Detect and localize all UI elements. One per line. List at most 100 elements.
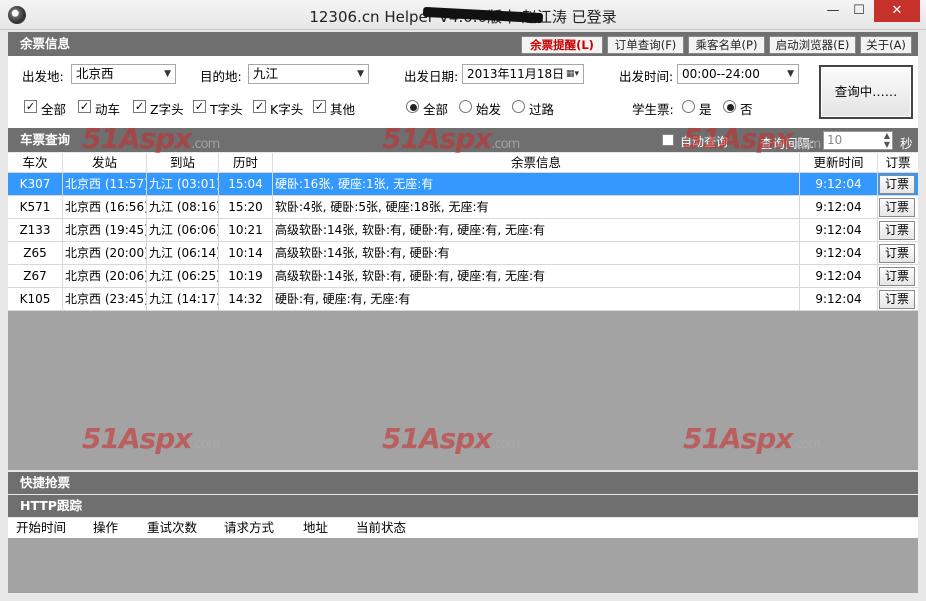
ticket-alert-button[interactable]: 余票提醒(L) <box>521 36 603 54</box>
calendar-icon[interactable]: ▦▾ <box>566 65 579 83</box>
table-row[interactable]: Z65 北京西 (20:00) 九江 (06:14) 10:14 高级软卧:14… <box>8 242 918 265</box>
table-row[interactable]: K307 北京西 (11:57) 九江 (03:01) 15:04 硬卧:16张… <box>8 173 918 196</box>
http-grid-header: 开始时间 操作 重试次数 请求方式 地址 当前状态 <box>8 518 918 538</box>
cell-duration: 14:32 <box>219 288 273 311</box>
watermark: 51Aspx.com <box>683 422 821 455</box>
table-row[interactable]: K105 北京西 (23:45) 九江 (14:17) 14:32 硬卧:有, … <box>8 288 918 311</box>
watermark: 51Aspx.com <box>82 122 220 155</box>
student-yes-radio[interactable] <box>682 100 695 113</box>
from-select[interactable]: 北京西 ▼ <box>71 64 176 84</box>
cell-train: Z133 <box>8 219 63 242</box>
cell-train: K307 <box>8 173 63 196</box>
http-trace-header[interactable]: HTTP跟踪 <box>8 495 918 517</box>
http-grid-empty-area <box>8 538 918 593</box>
cell-train: K571 <box>8 196 63 219</box>
cell-updated: 9:12:04 <box>800 288 878 311</box>
type-all-checkbox[interactable]: ✓ <box>24 100 37 113</box>
book-button[interactable]: 订票 <box>879 244 915 263</box>
minimize-button[interactable]: — <box>820 0 846 22</box>
to-select[interactable]: 九江 ▼ <box>248 64 369 84</box>
to-value: 九江 <box>253 66 279 81</box>
http-col-retries[interactable]: 重试次数 <box>147 518 197 538</box>
station-all-radio[interactable] <box>406 100 419 113</box>
cell-to: 九江 (08:16) <box>147 196 219 219</box>
col-seats[interactable]: 余票信息 <box>273 153 800 173</box>
passenger-list-button[interactable]: 乘客名单(P) <box>688 36 765 54</box>
student-yes-label: 是 <box>699 102 712 117</box>
quick-booking-header[interactable]: 快捷抢票 <box>8 472 918 494</box>
station-all-label: 全部 <box>423 102 449 117</box>
cell-seats: 软卧:4张, 硬卧:5张, 硬座:18张, 无座:有 <box>273 196 800 219</box>
http-col-start[interactable]: 开始时间 <box>16 518 66 538</box>
type-t-checkbox[interactable]: ✓ <box>193 100 206 113</box>
student-no-radio[interactable] <box>723 100 736 113</box>
cell-from: 北京西 (20:06) <box>63 265 147 288</box>
watermark: 51Aspx.com <box>382 422 520 455</box>
cell-updated: 9:12:04 <box>800 265 878 288</box>
type-k-label: K字头 <box>270 102 304 117</box>
interval-spinner[interactable]: 10 ▲ ▼ <box>823 131 893 150</box>
query-button[interactable]: 查询中…… <box>819 65 913 119</box>
cell-train: K105 <box>8 288 63 311</box>
col-from[interactable]: 发站 <box>63 153 147 173</box>
cell-seats: 高级软卧:14张, 软卧:有, 硬卧:有, 硬座:有, 无座:有 <box>273 219 800 242</box>
cell-seats: 硬卧:16张, 硬座:1张, 无座:有 <box>273 173 800 196</box>
book-button[interactable]: 订票 <box>879 290 915 309</box>
http-col-method[interactable]: 请求方式 <box>224 518 274 538</box>
book-button[interactable]: 订票 <box>879 198 915 217</box>
type-z-checkbox[interactable]: ✓ <box>133 100 146 113</box>
book-button[interactable]: 订票 <box>879 267 915 286</box>
type-k-checkbox[interactable]: ✓ <box>253 100 266 113</box>
remaining-title: 余票信息 <box>20 36 71 51</box>
order-query-button[interactable]: 订单查询(F) <box>607 36 684 54</box>
type-z-label: Z字头 <box>150 102 184 117</box>
cell-duration: 10:14 <box>219 242 273 265</box>
interval-unit: 秒 <box>900 136 913 151</box>
book-button[interactable]: 订票 <box>879 175 915 194</box>
station-origin-label: 始发 <box>476 102 502 117</box>
type-t-label: T字头 <box>210 102 243 117</box>
date-picker[interactable]: 2013年11月18日 ▦▾ <box>462 64 584 84</box>
chevron-down-icon: ▼ <box>787 69 794 79</box>
http-trace-title: HTTP跟踪 <box>20 498 82 513</box>
http-col-address[interactable]: 地址 <box>303 518 328 538</box>
station-passing-label: 过路 <box>529 102 555 117</box>
table-row[interactable]: Z133 北京西 (19:45) 九江 (06:06) 10:21 高级软卧:1… <box>8 219 918 242</box>
cell-seats: 硬卧:有, 硬座:有, 无座:有 <box>273 288 800 311</box>
cell-seats: 高级软卧:14张, 软卧:有, 硬卧:有 <box>273 242 800 265</box>
http-col-action[interactable]: 操作 <box>93 518 118 538</box>
station-origin-radio[interactable] <box>459 100 472 113</box>
auto-query-checkbox[interactable] <box>662 134 674 146</box>
cell-to: 九江 (06:06) <box>147 219 219 242</box>
col-updated[interactable]: 更新时间 <box>800 153 878 173</box>
type-emu-checkbox[interactable]: ✓ <box>78 100 91 113</box>
col-duration[interactable]: 历时 <box>219 153 273 173</box>
cell-to: 九江 (06:25) <box>147 265 219 288</box>
cell-updated: 9:12:04 <box>800 173 878 196</box>
watermark: 51Aspx.com <box>82 422 220 455</box>
launch-browser-button[interactable]: 启动浏览器(E) <box>769 36 856 54</box>
spinner-arrows-icon[interactable]: ▲ ▼ <box>884 131 890 149</box>
watermark: 51Aspx.com <box>683 122 821 155</box>
time-label: 出发时间: <box>619 69 674 84</box>
type-other-checkbox[interactable]: ✓ <box>313 100 326 113</box>
quick-booking-title: 快捷抢票 <box>20 475 71 490</box>
cell-updated: 9:12:04 <box>800 219 878 242</box>
book-button[interactable]: 订票 <box>879 221 915 240</box>
station-passing-radio[interactable] <box>512 100 525 113</box>
maximize-button[interactable]: ☐ <box>846 0 872 22</box>
table-row[interactable]: Z67 北京西 (20:06) 九江 (06:25) 10:19 高级软卧:14… <box>8 265 918 288</box>
col-to[interactable]: 到站 <box>147 153 219 173</box>
cell-from: 北京西 (19:45) <box>63 219 147 242</box>
cell-from: 北京西 (11:57) <box>63 173 147 196</box>
about-button[interactable]: 关于(A) <box>860 36 912 54</box>
close-button[interactable]: ✕ <box>874 0 920 22</box>
table-row[interactable]: K571 北京西 (16:56) 九江 (08:16) 15:20 软卧:4张,… <box>8 196 918 219</box>
http-col-status[interactable]: 当前状态 <box>356 518 406 538</box>
col-train[interactable]: 车次 <box>8 153 63 173</box>
cell-from: 北京西 (16:56) <box>63 196 147 219</box>
time-select[interactable]: 00:00--24:00 ▼ <box>677 64 799 84</box>
to-label: 目的地: <box>200 69 242 84</box>
cell-to: 九江 (14:17) <box>147 288 219 311</box>
col-book[interactable]: 订票 <box>878 153 918 173</box>
